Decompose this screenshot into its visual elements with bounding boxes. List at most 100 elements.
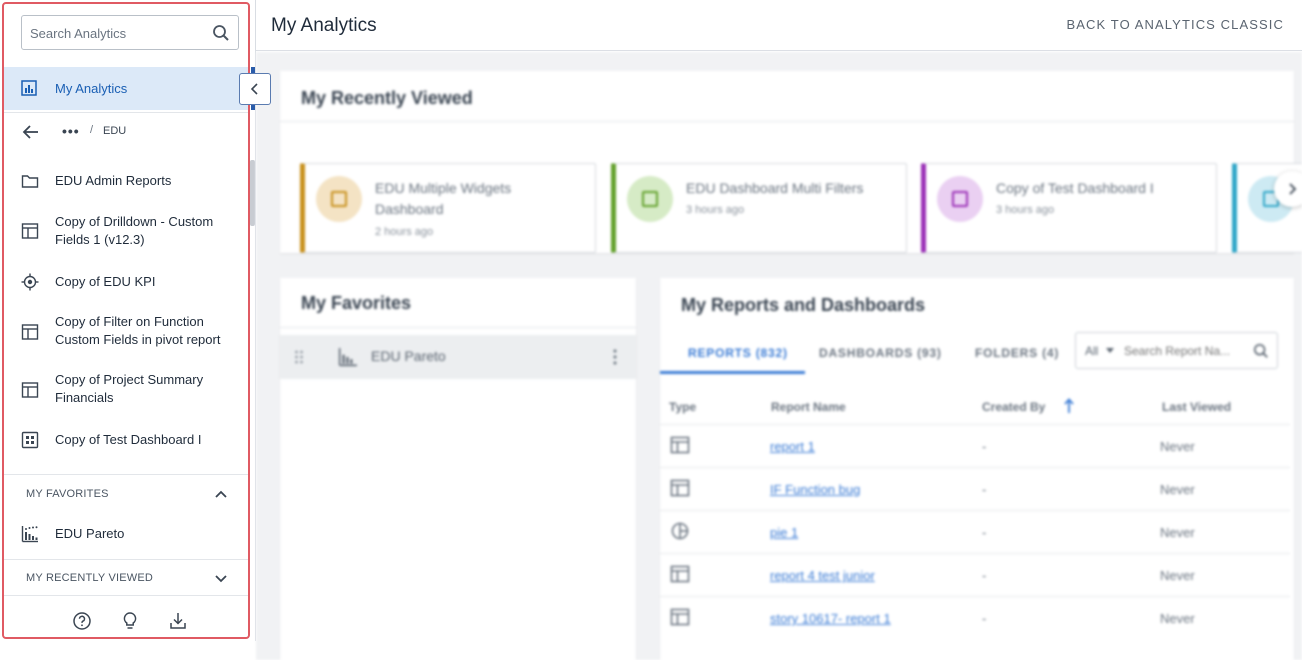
more-vertical-icon[interactable] [613, 348, 617, 366]
folder-icon [21, 175, 39, 188]
tree-item-copy-of-filter-on-function[interactable]: Copy of Filter on Function Custom Fields… [4, 312, 250, 352]
favorite-item-edu-pareto[interactable]: EDU Pareto [4, 523, 250, 545]
table-report-icon [670, 436, 690, 454]
recent-card-name: EDU Dashboard Multi Filters [686, 180, 864, 196]
search-analytics-input[interactable] [30, 24, 210, 42]
my-recently-viewed-section-header[interactable]: MY RECENTLY VIEWED [4, 559, 250, 595]
report-name-link[interactable]: story 10617- report 1 [770, 611, 891, 626]
collapse-sidebar-button[interactable] [239, 73, 271, 105]
search-analytics-box[interactable] [21, 15, 239, 50]
nav-my-analytics[interactable]: My Analytics [4, 67, 250, 110]
table-row[interactable]: IF Function bug - Never [660, 467, 1290, 510]
divider [280, 121, 1294, 122]
top-bar: My Analytics BACK TO ANALYTICS CLASSIC [256, 0, 1302, 51]
carousel-next-button[interactable] [1274, 171, 1302, 207]
table-report-icon [21, 223, 39, 239]
chevron-down-icon[interactable] [213, 570, 229, 586]
report-name-link[interactable]: IF Function bug [770, 482, 860, 497]
dashboard-icon [316, 176, 362, 222]
recently-viewed-title: My Recently Viewed [301, 88, 473, 108]
kpi-target-icon [21, 273, 39, 291]
reports-panel-title: My Reports and Dashboards [681, 295, 926, 315]
sidebar-scrollbar[interactable] [250, 160, 255, 226]
active-tab-indicator [660, 371, 805, 374]
help-icon[interactable] [72, 611, 92, 631]
sort-ascending-icon[interactable] [1064, 398, 1074, 414]
my-favorites-heading: MY FAVORITES [26, 488, 109, 500]
dashboard-icon [627, 176, 673, 222]
lightbulb-icon[interactable] [120, 611, 140, 631]
table-report-icon [670, 565, 690, 583]
tree-item-edu-admin-reports[interactable]: EDU Admin Reports [4, 170, 250, 192]
main-content: My Recently Viewed EDU Multiple Widgets … [256, 52, 1302, 660]
column-header-created-by[interactable]: Created By [982, 400, 1045, 414]
divider [280, 327, 636, 328]
report-created-by: - [982, 611, 987, 626]
back-arrow-icon[interactable] [22, 123, 40, 141]
report-last-viewed: Never [1160, 439, 1195, 454]
tree-item-label: Copy of EDU KPI [55, 274, 156, 289]
table-row[interactable]: report 1 - Never [660, 424, 1290, 467]
back-to-analytics-classic-link[interactable]: BACK TO ANALYTICS CLASSIC [1066, 17, 1284, 32]
table-report-icon [21, 324, 39, 340]
recent-card[interactable]: Copy of Test Dashboard I 3 hours ago [921, 163, 1217, 253]
search-icon[interactable] [1253, 343, 1269, 359]
breadcrumb-ellipsis[interactable]: ••• [62, 123, 80, 139]
table-row[interactable]: pie 1 - Never [660, 510, 1290, 553]
column-header-last-viewed[interactable]: Last Viewed [1162, 400, 1231, 414]
tree-item-copy-of-drilldown[interactable]: Copy of Drilldown - Custom Fields 1 (v12… [4, 212, 250, 252]
report-last-viewed: Never [1160, 525, 1195, 540]
favorite-row[interactable]: EDU Pareto [280, 335, 636, 379]
breadcrumb-separator: / [90, 124, 94, 136]
report-search-input[interactable] [1124, 343, 1242, 359]
recent-card-name: EDU Multiple Widgets Dashboard [375, 180, 512, 217]
breadcrumb: ••• / EDU [4, 112, 250, 150]
my-favorites-section-header[interactable]: MY FAVORITES [4, 474, 250, 510]
report-name-link[interactable]: pie 1 [770, 525, 798, 540]
tree-item-label: Copy of Test Dashboard I [55, 432, 202, 447]
column-header-report-name[interactable]: Report Name [771, 400, 846, 414]
tree-item-copy-of-edu-kpi[interactable]: Copy of EDU KPI [4, 271, 250, 293]
recent-card[interactable]: EDU Dashboard Multi Filters 3 hours ago [611, 163, 907, 253]
tree-item-label: Copy of Filter on Function Custom Fields… [55, 314, 221, 347]
report-last-viewed: Never [1160, 611, 1195, 626]
page-title: My Analytics [271, 15, 377, 36]
tab-reports[interactable]: REPORTS (832) [688, 346, 788, 360]
tree-item-copy-of-test-dashboard[interactable]: Copy of Test Dashboard I [4, 429, 250, 451]
chevron-left-icon [250, 83, 258, 95]
sidebar-footer [4, 595, 250, 639]
report-name-link[interactable]: report 1 [770, 439, 815, 454]
dashboard-icon [937, 176, 983, 222]
report-created-by: - [982, 439, 987, 454]
table-row[interactable]: story 10617- report 1 - Never [660, 596, 1290, 639]
tab-folders[interactable]: FOLDERS (4) [975, 346, 1059, 360]
favorite-item-label: EDU Pareto [55, 526, 125, 541]
main-area: My Analytics BACK TO ANALYTICS CLASSIC M… [256, 0, 1302, 660]
favorite-row-label: EDU Pareto [371, 348, 446, 364]
report-search-box[interactable]: All [1075, 332, 1278, 369]
report-name-link[interactable]: report 4 test junior [770, 568, 875, 583]
bar-chart-icon [21, 80, 37, 96]
column-header-type[interactable]: Type [669, 400, 696, 414]
report-last-viewed: Never [1160, 568, 1195, 583]
analytics-sidebar: My Analytics ••• / EDU EDU Admin Reports… [0, 0, 256, 641]
drag-handle-icon[interactable] [294, 349, 304, 365]
report-created-by: - [982, 568, 987, 583]
tab-dashboards[interactable]: DASHBOARDS (93) [819, 346, 942, 360]
search-icon[interactable] [212, 24, 230, 42]
tree-item-label: Copy of Drilldown - Custom Fields 1 (v12… [55, 214, 214, 247]
report-created-by: - [982, 525, 987, 540]
my-recently-viewed-heading: MY RECENTLY VIEWED [26, 572, 154, 584]
nav-my-analytics-label: My Analytics [55, 81, 128, 96]
pareto-chart-icon [21, 526, 38, 543]
download-icon[interactable] [168, 611, 188, 631]
caret-down-icon [1106, 348, 1114, 353]
table-row[interactable]: report 4 test junior - Never [660, 553, 1290, 596]
pareto-chart-icon [338, 348, 357, 367]
type-filter-select[interactable]: All [1085, 344, 1098, 358]
chevron-up-icon[interactable] [213, 486, 229, 502]
recent-card-name: Copy of Test Dashboard I [996, 180, 1154, 196]
tree-item-label: Copy of Project Summary Financials [55, 372, 204, 405]
tree-item-copy-of-project-summary[interactable]: Copy of Project Summary Financials [4, 370, 250, 410]
recent-card[interactable]: EDU Multiple Widgets Dashboard 2 hours a… [300, 163, 596, 253]
